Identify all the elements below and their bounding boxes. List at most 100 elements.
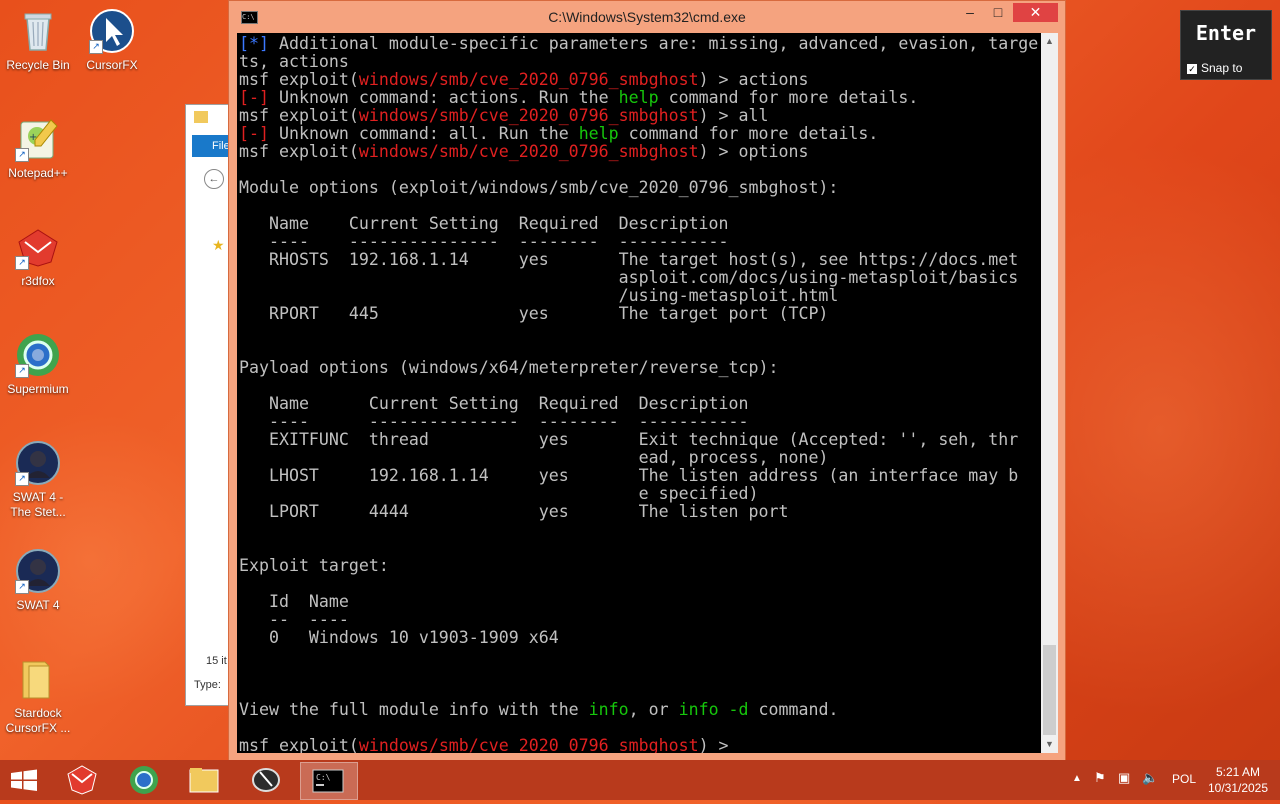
desktop-icon-stardock-cursorfx[interactable]: Stardock CursorFX ... bbox=[2, 656, 74, 736]
console-segment: Additional module-specific parameters ar… bbox=[268, 34, 1039, 53]
console-segment: info bbox=[588, 700, 629, 719]
console-segment: windows/smb/cve_2020_0796_smbghost bbox=[358, 70, 699, 89]
console-text: [*] Additional module-specific parameter… bbox=[237, 33, 1041, 754]
taskbar-supermium[interactable] bbox=[116, 762, 172, 798]
console-segment: -- ---- bbox=[239, 610, 349, 629]
console-line: msf exploit(windows/smb/cve_2020_0796_sm… bbox=[239, 70, 808, 89]
taskbar-file-explorer[interactable] bbox=[176, 762, 232, 798]
shortcut-arrow-icon: ↗ bbox=[15, 148, 29, 162]
console-line: ---- --------------- -------- ----------… bbox=[239, 412, 749, 431]
folder-icon bbox=[15, 656, 61, 702]
console-line: [-] Unknown command: all. Run the help c… bbox=[239, 124, 878, 143]
desktop-icon-swat4[interactable]: ↗ SWAT 4 bbox=[2, 548, 74, 613]
scrollbar-thumb[interactable] bbox=[1043, 645, 1056, 735]
console-segment: windows/smb/cve_2020_0796_smbghost bbox=[358, 142, 699, 161]
console-line: ts, actions bbox=[239, 52, 349, 71]
svg-text:C:\: C:\ bbox=[316, 773, 331, 782]
checkbox-checked-icon[interactable]: ✓ bbox=[1187, 63, 1197, 74]
console-line: Name Current Setting Required Descriptio… bbox=[239, 214, 729, 233]
clock[interactable]: 5:21 AM 10/31/2025 bbox=[1200, 760, 1276, 800]
show-hidden-icons-chevron-icon[interactable]: ▲ bbox=[1072, 773, 1082, 784]
scroll-up-arrow-icon[interactable]: ▲ bbox=[1041, 33, 1058, 50]
console-segment: LPORT 4444 yes The listen port bbox=[239, 502, 789, 521]
console-line: [*] Additional module-specific parameter… bbox=[239, 34, 1038, 53]
console-line: e specified) bbox=[239, 484, 759, 503]
snap-to-option[interactable]: ✓ Snap to bbox=[1187, 61, 1242, 75]
desktop-icon-notepadpp[interactable]: ++ ↗ Notepad++ bbox=[2, 116, 74, 181]
console-line: Exploit target: bbox=[239, 556, 389, 575]
cmd-icon: C:\ bbox=[312, 769, 344, 793]
console-segment: ) > actions bbox=[698, 70, 809, 89]
desktop-icon-label: Supermium bbox=[7, 382, 69, 396]
console-line: msf exploit(windows/smb/cve_2020_0796_sm… bbox=[239, 106, 769, 125]
desktop-icon-r3dfox[interactable]: ↗ r3dfox bbox=[2, 224, 74, 289]
console-segment: ) > options bbox=[698, 142, 809, 161]
desktop-icon-label: Notepad++ bbox=[8, 166, 68, 180]
desktop-icon-recycle-bin[interactable]: Recycle Bin bbox=[2, 8, 74, 73]
system-tray: ▲ ⚑ ▣ 🔈 POL bbox=[1072, 760, 1196, 800]
taskbar-cursorfx[interactable] bbox=[238, 762, 294, 798]
console-line: LPORT 4444 yes The listen port bbox=[239, 502, 789, 521]
back-arrow-icon[interactable]: ← bbox=[204, 169, 224, 189]
taskbar: C:\ ▲ ⚑ ▣ 🔈 POL 5:21 AM 10/31/2025 bbox=[0, 760, 1280, 800]
start-button[interactable] bbox=[0, 762, 48, 798]
console-line: ---- --------------- -------- ----------… bbox=[239, 232, 729, 251]
enter-key-label: Enter bbox=[1195, 21, 1257, 45]
console-line: View the full module info with the info,… bbox=[239, 700, 838, 719]
vertical-scrollbar[interactable]: ▲ ▼ bbox=[1041, 33, 1058, 753]
console-line: EXITFUNC thread yes Exit technique (Acce… bbox=[239, 430, 1018, 449]
clock-date: 10/31/2025 bbox=[1207, 781, 1269, 795]
notepadpp-icon: ++ ↗ bbox=[15, 116, 61, 162]
shortcut-arrow-icon: ↗ bbox=[15, 364, 29, 378]
action-center-flag-icon[interactable]: ⚑ bbox=[1094, 770, 1106, 786]
scroll-down-arrow-icon[interactable]: ▼ bbox=[1041, 736, 1058, 753]
console-line: Name Current Setting Required Descriptio… bbox=[239, 394, 749, 413]
console-segment: [-] bbox=[239, 124, 269, 143]
console-segment: info -d bbox=[678, 700, 749, 719]
console-segment: RPORT 445 yes The target port (TCP) bbox=[239, 304, 829, 323]
console-line: [-] Unknown command: actions. Run the he… bbox=[239, 88, 918, 107]
console-segment: windows/smb/cve_2020_0796_smbghost bbox=[358, 106, 699, 125]
enter-key-popup: Enter ✓ Snap to bbox=[1180, 10, 1272, 80]
console-segment: command. bbox=[748, 700, 839, 719]
close-button[interactable]: ✕ bbox=[1013, 3, 1058, 22]
console-segment: help bbox=[578, 124, 619, 143]
minimize-button[interactable]: – bbox=[956, 3, 984, 21]
console-line: LHOST 192.168.1.14 yes The listen addres… bbox=[239, 466, 1018, 485]
taskbar-r3dfox[interactable] bbox=[54, 762, 110, 798]
console-segment: RHOSTS 192.168.1.14 yes The target host(… bbox=[239, 250, 1019, 269]
console-line: 0 Windows 10 v1903-1909 x64 bbox=[239, 628, 559, 647]
supermium-icon bbox=[130, 766, 158, 794]
title-bar[interactable]: C:\ C:\Windows\System32\cmd.exe – □ ✕ bbox=[229, 1, 1065, 33]
desktop-icon-cursorfx[interactable]: ↗ CursorFX bbox=[76, 8, 148, 73]
input-language[interactable]: POL bbox=[1172, 772, 1196, 786]
console-segment: windows/smb/cve_2020_0796_smbghost bbox=[358, 736, 699, 754]
cmd-window[interactable]: C:\ C:\Windows\System32\cmd.exe – □ ✕ [*… bbox=[228, 0, 1066, 762]
console-segment: msf exploit( bbox=[239, 70, 359, 89]
window-title: C:\Windows\System32\cmd.exe bbox=[548, 9, 746, 25]
r3dfox-icon: ↗ bbox=[15, 224, 61, 270]
console-segment: ---- --------------- -------- ----------… bbox=[239, 412, 749, 431]
network-icon[interactable]: ▣ bbox=[1118, 770, 1130, 786]
console-line: Id Name bbox=[239, 592, 349, 611]
clock-time: 5:21 AM bbox=[1215, 765, 1261, 779]
console-line: -- ---- bbox=[239, 610, 349, 629]
desktop-icon-swat4-stetchkov[interactable]: ↗ SWAT 4 - The Stet... bbox=[2, 440, 74, 520]
maximize-button[interactable]: □ bbox=[984, 3, 1012, 21]
swat4-icon: ↗ bbox=[15, 548, 61, 594]
desktop-icon-supermium[interactable]: ↗ Supermium bbox=[2, 332, 74, 397]
desktop-icon-label: Stardock CursorFX ... bbox=[5, 706, 71, 735]
console-segment: EXITFUNC thread yes Exit technique (Acce… bbox=[239, 430, 1019, 449]
taskbar-cmd[interactable]: C:\ bbox=[300, 762, 358, 800]
volume-muted-icon[interactable]: 🔈 bbox=[1142, 770, 1158, 786]
desktop-icon-label: CursorFX bbox=[86, 58, 138, 72]
console-segment: Module options (exploit/windows/smb/cve_… bbox=[239, 178, 839, 197]
shortcut-arrow-icon: ↗ bbox=[15, 256, 29, 270]
console-segment: msf exploit( bbox=[239, 142, 359, 161]
console-segment: ) > all bbox=[698, 106, 769, 125]
console-segment: [-] bbox=[239, 88, 269, 107]
console-segment: 0 Windows 10 v1903-1909 x64 bbox=[239, 628, 559, 647]
item-count: 15 it bbox=[206, 655, 227, 667]
console-line: msf exploit(windows/smb/cve_2020_0796_sm… bbox=[239, 142, 808, 161]
console-output[interactable]: [*] Additional module-specific parameter… bbox=[237, 33, 1041, 753]
